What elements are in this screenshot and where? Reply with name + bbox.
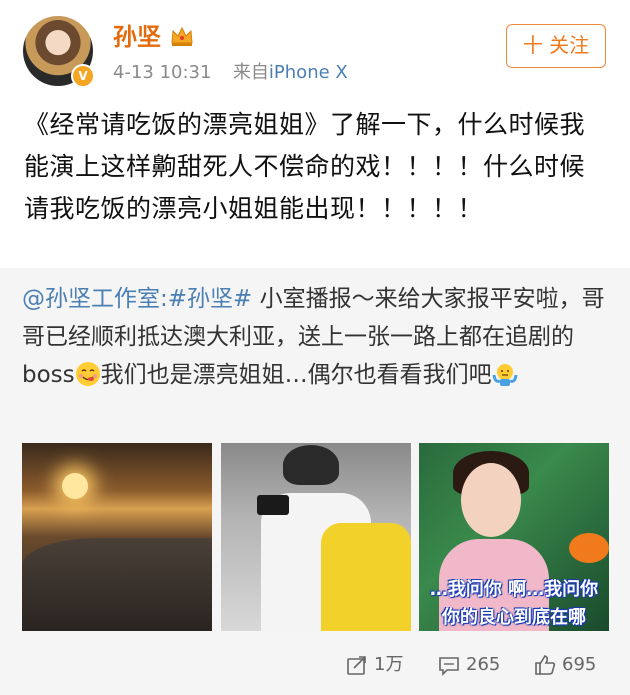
username[interactable]: 孙坚 (113, 22, 161, 52)
backpack-shape (321, 523, 411, 631)
repost-text-part2: 我们也是漂亮姐姐…偶尔也看看我们吧 (100, 362, 492, 388)
follow-button[interactable]: 十 关注 (506, 24, 606, 68)
coast-shape (22, 538, 212, 631)
repost-count: 1万 (374, 654, 404, 675)
phone-shape (257, 495, 289, 515)
post-meta: 4-13 10:31 来自iPhone X (113, 62, 348, 84)
crown-icon (171, 26, 193, 46)
post-source[interactable]: iPhone X (269, 62, 348, 83)
head-shape (283, 445, 339, 485)
repost-author-link[interactable]: @孙坚工作室 (22, 286, 160, 312)
verified-badge-icon: V (71, 64, 95, 88)
repost-text: @孙坚工作室:#孙坚# 小室播报～来给大家报平安啦，哥哥已经顺利抵达澳大利亚，送… (22, 280, 610, 394)
subtitle-line-1: …我问你 啊…我问你 (429, 579, 599, 600)
comment-icon (439, 657, 459, 676)
comment-button[interactable]: 265 (438, 650, 500, 680)
repost-colon: : (160, 286, 168, 312)
photo-boss-watching[interactable] (221, 443, 411, 631)
photo-tv-drama[interactable]: …我问你 啊…我问你 你的良心到底在哪 (419, 443, 609, 631)
like-count: 695 (562, 654, 597, 675)
subtitle-line-2: 你的良心到底在哪 (442, 607, 586, 628)
like-button[interactable]: 695 (534, 650, 596, 680)
face-shape (461, 463, 521, 537)
post-time: 4-13 10:31 (113, 62, 212, 83)
repost-button[interactable]: 1万 (346, 650, 403, 680)
post-header: V 孙坚 4-13 10:31 来自iPhone X 十 关注 (0, 0, 630, 98)
comment-count: 265 (466, 654, 501, 675)
photo-sunset[interactable] (22, 443, 212, 631)
sun-shape (62, 473, 88, 499)
fish-shape (569, 533, 609, 563)
source-prefix: 来自 (232, 62, 269, 83)
post-text: 《经常请吃饭的漂亮姐姐》了解一下，什么时候我能演上这样齁甜死人不偿命的戏！！！！… (24, 110, 586, 223)
shrug-emoji-icon (492, 364, 518, 386)
yum-emoji-icon (75, 362, 100, 386)
repost-container[interactable]: @孙坚工作室:#孙坚# 小室播报～来给大家报平安啦，哥哥已经顺利抵达澳大利亚，送… (0, 268, 630, 695)
repost-icon (347, 656, 366, 675)
like-icon (535, 655, 556, 675)
hashtag-link[interactable]: #孙坚# (168, 286, 253, 312)
